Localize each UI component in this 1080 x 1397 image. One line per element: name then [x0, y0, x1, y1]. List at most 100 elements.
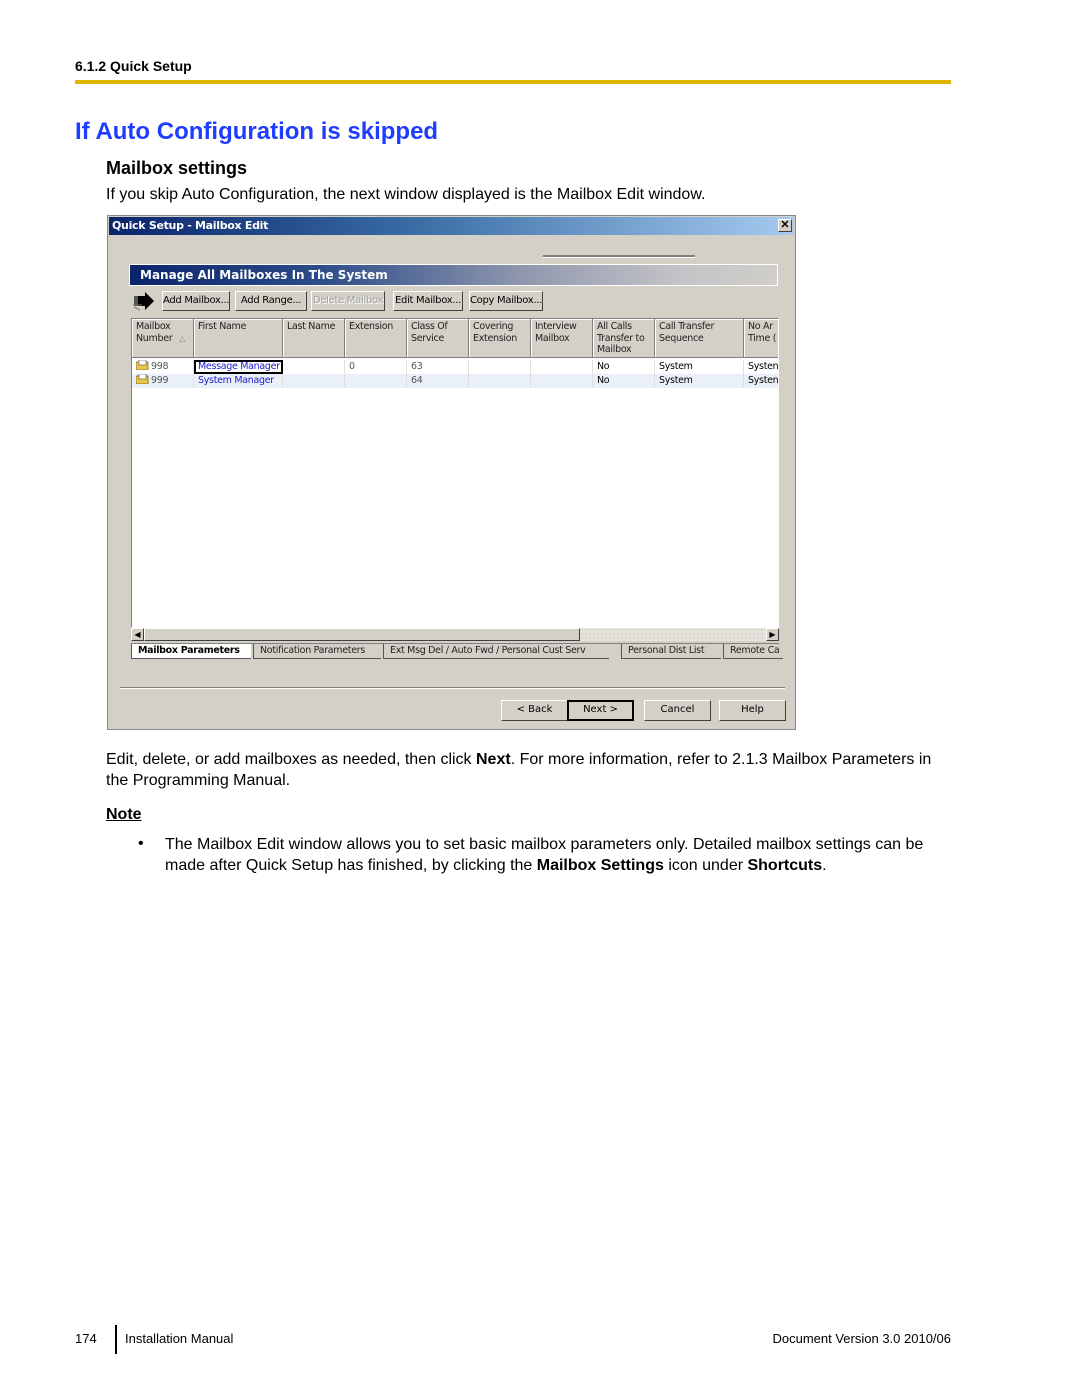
- cell-all-calls-transfer[interactable]: No: [593, 374, 655, 388]
- horizontal-scrollbar[interactable]: ◀ ▶: [131, 628, 779, 641]
- text: icon under: [663, 857, 748, 874]
- note-heading: Note: [106, 806, 142, 823]
- column-label: Interview Mailbox: [535, 321, 577, 344]
- instruction-paragraph: Edit, delete, or add mailboxes as needed…: [106, 749, 936, 791]
- window-titlebar[interactable]: Quick Setup - Mailbox Edit ✕: [109, 217, 794, 235]
- tab-personal-dist-list[interactable]: Personal Dist List: [621, 644, 721, 659]
- footer-manual-name: Installation Manual: [125, 1331, 234, 1346]
- page-title: If Auto Configuration is skipped: [75, 118, 439, 145]
- column-header-no-answer-time[interactable]: No Ar Time (: [744, 319, 778, 358]
- table-row[interactable]: 999 System Manager 64 No System Systen: [132, 374, 778, 388]
- mailbox-folder-icon: [136, 374, 149, 384]
- panel-header: Manage All Mailboxes In The System: [129, 264, 778, 286]
- close-button[interactable]: ✕: [778, 219, 792, 232]
- close-icon: ✕: [780, 219, 790, 231]
- mailbox-folder-icon: [136, 360, 149, 370]
- cell-call-transfer-sequence[interactable]: System: [655, 374, 744, 388]
- parameter-tabs: Mailbox Parameters Notification Paramete…: [131, 643, 783, 660]
- edit-mailbox-button[interactable]: Edit Mailbox...: [393, 291, 463, 311]
- column-label: All Calls Transfer to Mailbox: [597, 321, 645, 355]
- tab-remote-call[interactable]: Remote Ca: [723, 644, 783, 659]
- delete-mailbox-button[interactable]: Delete Mailbox: [311, 291, 385, 311]
- text-bold: Mailbox Settings: [536, 857, 664, 874]
- text-bold: Next: [476, 751, 511, 768]
- text: .: [822, 857, 827, 874]
- footer-divider: [115, 1325, 117, 1354]
- subsection-title: Mailbox settings: [106, 158, 248, 178]
- scrollbar-thumb[interactable]: [144, 628, 580, 641]
- footer-document-version: Document Version 3.0 2010/06: [772, 1331, 951, 1346]
- cancel-button[interactable]: Cancel: [644, 700, 711, 721]
- grid-header: Mailbox Number △ First Name Last Name Ext…: [132, 319, 778, 358]
- cell-covering-extension[interactable]: [469, 360, 531, 374]
- help-button[interactable]: Help: [719, 700, 786, 721]
- cell-interview-mailbox[interactable]: [531, 374, 593, 388]
- column-header-all-calls-transfer[interactable]: All Calls Transfer to Mailbox: [593, 319, 655, 358]
- column-header-mailbox-number[interactable]: Mailbox Number △: [132, 319, 194, 358]
- mailbox-edit-window: Quick Setup - Mailbox Edit ✕ Manage All …: [107, 215, 796, 730]
- toolbar: Add Mailbox... Add Range... Delete Mailb…: [129, 290, 779, 312]
- cell-all-calls-transfer[interactable]: No: [593, 360, 655, 374]
- cell-first-name[interactable]: System Manager: [194, 374, 283, 388]
- tab-notification-parameters[interactable]: Notification Parameters: [253, 644, 381, 659]
- scroll-left-button[interactable]: ◀: [131, 628, 144, 641]
- column-label: No Ar Time (: [748, 321, 777, 344]
- cell-interview-mailbox[interactable]: [531, 360, 593, 374]
- panel-title: Manage All Mailboxes In The System: [140, 268, 388, 282]
- note-text: The Mailbox Edit window allows you to se…: [165, 834, 965, 876]
- bullet-icon: •: [138, 835, 144, 852]
- text: Edit, delete, or add mailboxes as needed…: [106, 751, 476, 768]
- column-header-last-name[interactable]: Last Name: [283, 319, 345, 358]
- cell-value: 998: [151, 361, 169, 372]
- cell-value: 999: [151, 375, 169, 386]
- table-row[interactable]: 998 Message Manager 0 63 No System Syste…: [132, 360, 778, 374]
- cell-first-name[interactable]: Message Manager: [194, 360, 283, 374]
- column-header-interview-mailbox[interactable]: Interview Mailbox: [531, 319, 593, 358]
- cell-call-transfer-sequence[interactable]: System: [655, 360, 744, 374]
- section-label: 6.1.2 Quick Setup: [75, 58, 192, 74]
- scroll-right-icon: ▶: [769, 630, 776, 639]
- column-label: Call Transfer Sequence: [659, 321, 715, 344]
- section-rule: [75, 80, 951, 84]
- add-range-button[interactable]: Add Range...: [235, 291, 307, 311]
- scroll-left-icon: ◀: [134, 630, 141, 639]
- column-label: Covering Extension: [473, 321, 517, 344]
- column-header-call-transfer-sequence[interactable]: Call Transfer Sequence: [655, 319, 744, 358]
- cell-last-name[interactable]: [283, 360, 345, 374]
- column-header-covering-extension[interactable]: Covering Extension: [469, 319, 531, 358]
- cell-last-name[interactable]: [283, 374, 345, 388]
- column-header-class-of-service[interactable]: Class Of Service: [407, 319, 469, 358]
- column-label: Class Of Service: [411, 321, 448, 344]
- column-label: Last Name: [287, 321, 336, 332]
- window-title: Quick Setup - Mailbox Edit: [112, 219, 269, 232]
- cell-extension[interactable]: 0: [345, 360, 407, 374]
- cell-extension[interactable]: [345, 374, 407, 388]
- back-button[interactable]: < Back: [501, 700, 568, 721]
- right-arrow-icon: [133, 292, 154, 311]
- cell-no-answer-time[interactable]: Systen: [744, 374, 778, 388]
- cell-covering-extension[interactable]: [469, 374, 531, 388]
- separator: [120, 687, 785, 689]
- cell-class-of-service[interactable]: 64: [407, 374, 469, 388]
- mailbox-grid[interactable]: Mailbox Number △ First Name Last Name Ext…: [131, 318, 779, 628]
- cell-mailbox-number: 998: [132, 360, 194, 374]
- intro-text: If you skip Auto Configuration, the next…: [106, 186, 706, 203]
- column-label: First Name: [198, 321, 247, 332]
- column-label: Extension: [349, 321, 393, 332]
- text-bold: Shortcuts: [747, 857, 823, 874]
- add-mailbox-button[interactable]: Add Mailbox...: [162, 291, 230, 311]
- cell-mailbox-number: 999: [132, 374, 194, 388]
- sort-ascending-icon: △: [179, 334, 185, 343]
- tab-mailbox-parameters[interactable]: Mailbox Parameters: [131, 644, 251, 659]
- page-number: 174: [75, 1331, 97, 1346]
- next-button[interactable]: Next >: [567, 700, 634, 721]
- copy-mailbox-button[interactable]: Copy Mailbox...: [469, 291, 543, 311]
- scrollbar-track[interactable]: [580, 628, 766, 641]
- column-header-first-name[interactable]: First Name: [194, 319, 283, 358]
- scroll-right-button[interactable]: ▶: [766, 628, 779, 641]
- separator: [543, 255, 695, 258]
- column-header-extension[interactable]: Extension: [345, 319, 407, 358]
- cell-class-of-service[interactable]: 63: [407, 360, 469, 374]
- cell-no-answer-time[interactable]: Systen: [744, 360, 778, 374]
- tab-ext-msg-del-auto-fwd[interactable]: Ext Msg Del / Auto Fwd / Personal Cust S…: [383, 644, 609, 659]
